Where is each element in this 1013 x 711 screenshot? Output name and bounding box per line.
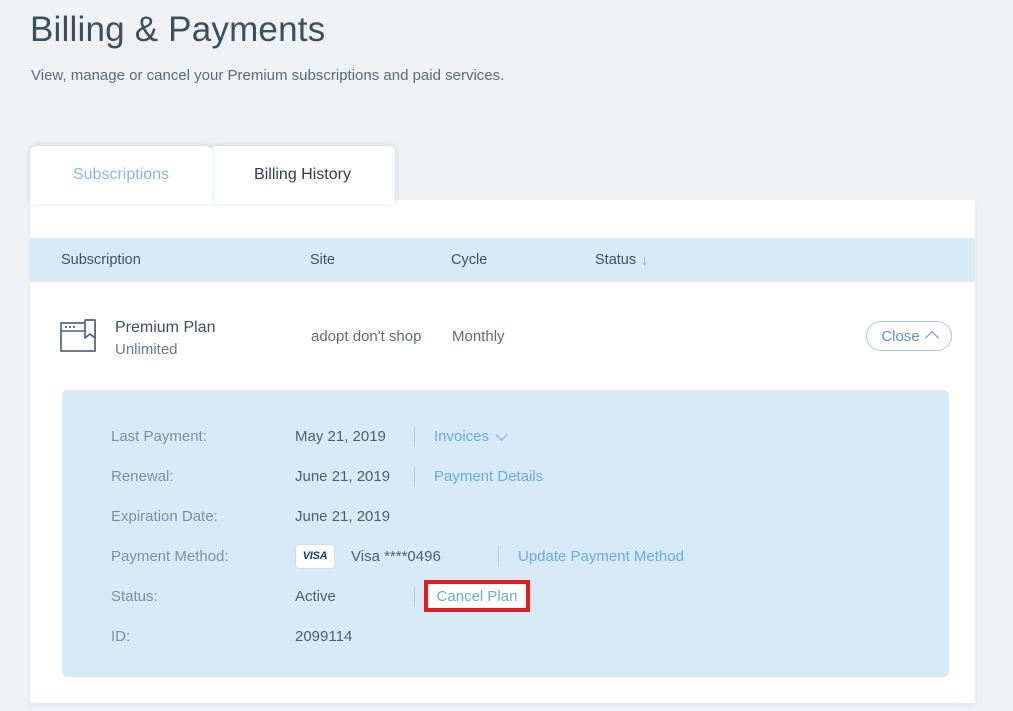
detail-row-expiration: Expiration Date: June 21, 2019 [111, 506, 390, 526]
tab-billing-history-label: Billing History [254, 166, 351, 183]
label-id: ID: [111, 627, 131, 645]
table-header-row: Subscription Site Cycle Status ↓ [30, 238, 975, 282]
value-id: 2099114 [295, 627, 353, 645]
payment-details-link[interactable]: Payment Details [434, 468, 543, 485]
value-payment-method: Visa ****0496 [351, 547, 441, 565]
close-button-label: Close [881, 327, 920, 345]
invoices-link[interactable]: Invoices [434, 427, 508, 445]
column-header-subscription[interactable]: Subscription [61, 252, 141, 268]
detail-row-payment-method: Payment Method: VISA Visa ****0496 Updat… [111, 544, 684, 568]
column-header-status[interactable]: Status ↓ [595, 252, 648, 268]
cell-site: adopt don't shop [311, 328, 422, 345]
divider [414, 425, 415, 447]
cell-cycle: Monthly [452, 328, 505, 345]
page-header: Billing & Payments View, manage or cance… [30, 8, 930, 86]
tab-subscriptions[interactable]: Subscriptions [30, 146, 212, 204]
divider [414, 465, 415, 487]
divider [498, 545, 499, 567]
column-header-cycle[interactable]: Cycle [451, 252, 487, 268]
column-header-status-label: Status [595, 252, 637, 268]
column-header-site[interactable]: Site [310, 252, 335, 268]
browser-bookmark-icon [60, 318, 104, 354]
detail-row-renewal: Renewal: June 21, 2019 Payment Details [111, 465, 543, 487]
subscriptions-card: Subscription Site Cycle Status ↓ Premium… [30, 204, 975, 704]
subscription-detail-panel: Last Payment: May 21, 2019 Invoices Rene… [62, 390, 949, 677]
label-payment-method: Payment Method: [111, 547, 229, 565]
value-status: Active [295, 587, 336, 605]
cancel-plan-link[interactable]: Cancel Plan [437, 588, 518, 605]
chevron-down-icon [495, 428, 508, 441]
visa-card-icon: VISA [296, 544, 334, 568]
close-details-button[interactable]: Close [866, 321, 952, 351]
page-subtitle: View, manage or cancel your Premium subs… [31, 67, 505, 84]
label-last-payment: Last Payment: [111, 427, 207, 445]
label-expiration-date: Expiration Date: [111, 507, 218, 525]
detail-row-id: ID: 2099114 [111, 626, 352, 646]
subscription-tier: Unlimited [115, 341, 178, 358]
page-title: Billing & Payments [30, 10, 326, 49]
value-renewal: June 21, 2019 [295, 467, 391, 485]
subscription-name: Premium Plan [115, 319, 216, 336]
update-payment-method-link[interactable]: Update Payment Method [518, 548, 684, 565]
label-renewal: Renewal: [111, 467, 174, 485]
chevron-up-icon [924, 330, 939, 345]
detail-row-status: Status: Active [111, 585, 434, 607]
divider [414, 585, 415, 607]
value-expiration-date: June 21, 2019 [295, 507, 391, 525]
cancel-plan-highlight: Cancel Plan [424, 580, 530, 612]
label-status: Status: [111, 587, 158, 605]
table-row: Premium Plan Unlimited adopt don't shop … [30, 282, 975, 390]
tab-subscriptions-label: Subscriptions [72, 166, 170, 183]
tab-bar: Subscriptions Billing History [30, 146, 395, 204]
invoices-link-label: Invoices [434, 427, 490, 445]
value-last-payment: May 21, 2019 [295, 427, 386, 445]
tab-underlay [30, 200, 975, 238]
subscription-name-block: Premium Plan Unlimited [115, 317, 215, 361]
detail-row-last-payment: Last Payment: May 21, 2019 Invoices [111, 425, 508, 447]
sort-descending-icon: ↓ [641, 252, 649, 268]
tab-billing-history[interactable]: Billing History [210, 146, 395, 204]
